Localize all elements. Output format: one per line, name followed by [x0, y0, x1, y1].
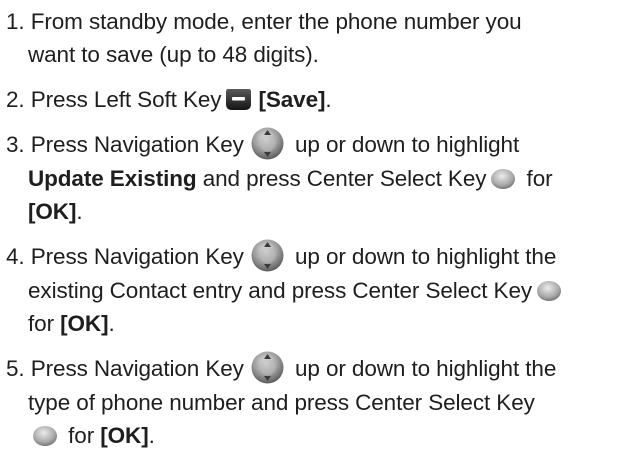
key-label: [Save]: [258, 87, 326, 112]
step-4: 4. Press Navigation Key up or down to hi…: [6, 238, 628, 340]
step-text: and press Center Select Key: [202, 166, 487, 191]
step-number: 2.: [6, 87, 25, 112]
step-text: for: [520, 166, 553, 191]
step-3: 3. Press Navigation Key up or down to hi…: [6, 126, 628, 228]
navigation-key-icon: [250, 126, 285, 161]
step-2: 2. Press Left Soft Key [Save].: [6, 83, 628, 116]
step-text: for: [28, 311, 54, 336]
step-text: From standby mode, enter the phone numbe…: [30, 9, 522, 34]
step-text: for: [62, 423, 95, 448]
left-soft-key-icon: [225, 87, 252, 112]
punctuation: .: [108, 311, 115, 336]
center-select-key-icon: [32, 425, 58, 447]
punctuation: .: [76, 199, 83, 224]
step-1: 1. From standby mode, enter the phone nu…: [6, 5, 628, 71]
instruction-document: 1. From standby mode, enter the phone nu…: [0, 0, 630, 465]
step-5: 5. Press Navigation Key up or down to hi…: [6, 350, 628, 452]
punctuation: .: [148, 423, 155, 448]
navigation-key-icon: [250, 238, 285, 273]
step-number: 1.: [6, 9, 25, 34]
step-text: want to save (up to 48 digits).: [28, 42, 319, 67]
key-label: [OK]: [28, 199, 77, 224]
punctuation: .: [325, 87, 332, 112]
center-select-key-icon: [490, 168, 516, 190]
key-label: [OK]: [100, 423, 149, 448]
center-select-key-icon: [536, 280, 562, 302]
step-number: 5.: [6, 356, 25, 381]
navigation-key-icon: [250, 350, 285, 385]
step-text: Press Left Soft Key: [30, 87, 222, 112]
key-label: [OK]: [60, 311, 109, 336]
step-text: existing Contact entry and press Center …: [28, 278, 533, 303]
menu-option-label: Update Existing: [28, 166, 197, 191]
step-text: type of phone number and press Center Se…: [28, 390, 535, 415]
step-text: Press Navigation Key: [30, 244, 244, 269]
step-text: up or down to highlight the: [288, 244, 557, 269]
step-text: up or down to highlight: [288, 132, 520, 157]
step-text: Press Navigation Key: [30, 356, 244, 381]
step-number: 3.: [6, 132, 25, 157]
step-text: up or down to highlight the: [288, 356, 557, 381]
step-number: 4.: [6, 244, 25, 269]
step-text: Press Navigation Key: [30, 132, 244, 157]
